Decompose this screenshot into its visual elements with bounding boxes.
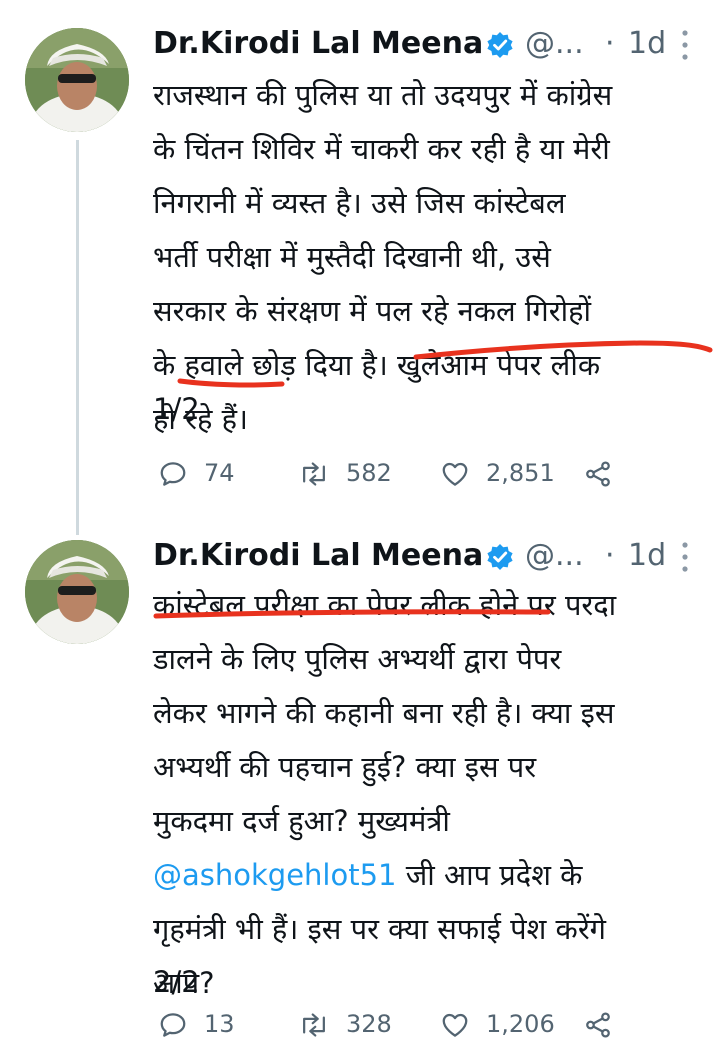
tweet-1[interactable]: Dr.Kirodi Lal Meena @... · 1d राजस्थान क… bbox=[0, 0, 720, 535]
highlight-underline-annotation bbox=[153, 609, 551, 619]
highlight-underline-annotation bbox=[177, 340, 713, 388]
tweet-2[interactable]: Dr.Kirodi Lal Meena @... · 1d कांस्टेबल … bbox=[0, 520, 720, 1043]
